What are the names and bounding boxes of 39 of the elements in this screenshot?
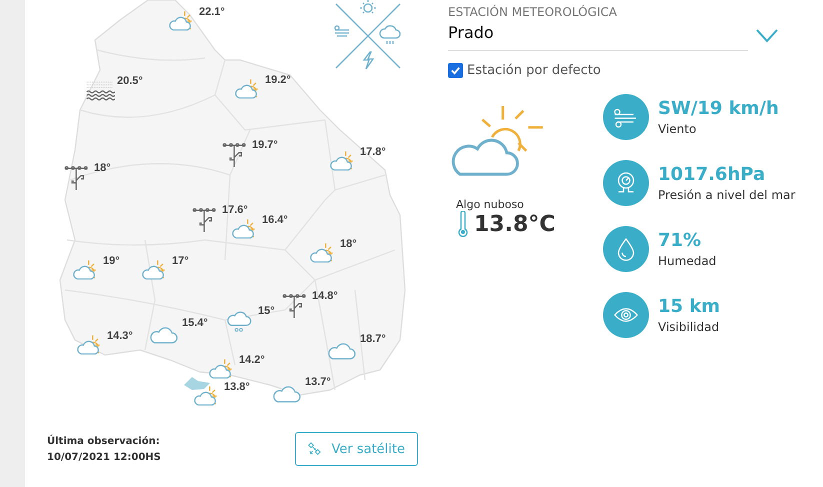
station-label: ESTACIÓN METEOROLÓGICA (448, 5, 618, 19)
last-observation-label: Última observación: (47, 436, 161, 446)
thermometer-icon (458, 211, 468, 237)
temperature-label: 13.8° (224, 381, 250, 394)
stat-value: 1017.6hPa (658, 164, 766, 185)
last-observation-time: 10/07/2021 12:00HS (47, 452, 161, 462)
default-station-checkbox[interactable]: Estación por defecto (448, 63, 823, 78)
temperature-label: 18.7° (360, 333, 386, 346)
temperature-label: 15.4° (182, 317, 208, 330)
temperature-label: 17° (172, 255, 189, 268)
temperature-label: 17.8° (360, 146, 386, 159)
temperature-label: 14.3° (107, 330, 133, 343)
temperature-label: 19.7° (252, 139, 278, 152)
temperature-label: 13.7° (305, 376, 331, 389)
stat-label: Presión a nivel del mar (658, 188, 796, 202)
condition-text: Algo nuboso (456, 198, 525, 211)
temperature-label: 20.5° (117, 75, 143, 88)
station-dropdown[interactable]: Prado (448, 21, 778, 51)
temperature-label: 17.6° (222, 204, 248, 217)
temperature-label: 15° (258, 305, 275, 318)
stat-value: SW/19 km/h (658, 98, 779, 119)
chevron-down-icon (756, 29, 778, 43)
temperature-label: 14.8° (312, 290, 338, 303)
temperature-label: 19.2° (265, 74, 291, 87)
stat-label: Viento (658, 122, 698, 136)
checkmark-icon (450, 65, 461, 76)
temperature-label: 22.1° (199, 6, 225, 19)
temperature-label: 18° (94, 162, 111, 175)
stat-value: 71% (658, 230, 702, 251)
temperature-label: 18° (340, 238, 357, 251)
current-temperature: 13.8°C (474, 212, 556, 236)
temperature-label: 14.2° (239, 354, 265, 367)
stat-label: Visibilidad (658, 320, 720, 334)
stat-label: Humedad (658, 254, 716, 268)
stat-value: 15 km (658, 296, 720, 317)
temperature-label: 19° (103, 255, 120, 268)
fog-icon (85, 79, 115, 103)
checkbox[interactable] (448, 63, 463, 78)
temperature-label: 16.4° (262, 214, 288, 227)
